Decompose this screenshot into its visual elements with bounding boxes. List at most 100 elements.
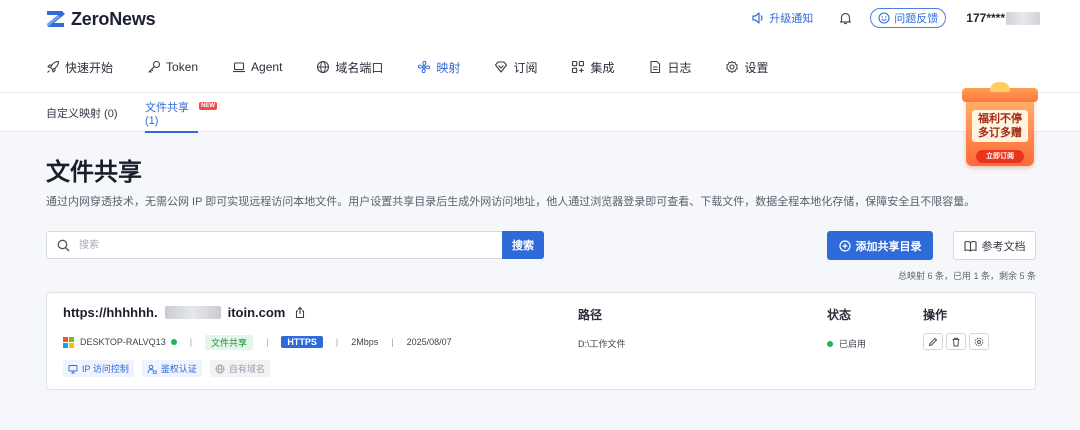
ip-access-control-tag[interactable]: IP 访问控制 <box>63 360 134 377</box>
zeronews-logo-icon <box>47 11 65 27</box>
header-actions: 升级通知 问题反馈 177**** <box>752 8 1040 28</box>
separator: | <box>189 337 193 347</box>
promo-line-2: 多订多赠 <box>978 127 1022 139</box>
url-suffix[interactable]: itoin.com <box>228 305 286 320</box>
brand-name: ZeroNews <box>71 8 156 29</box>
top-bar: ZeroNews 升级通知 问题反馈 177**** 快速开始 Token Ag… <box>0 0 1080 92</box>
user-phone: 177**** <box>966 11 1005 25</box>
nav-subscription[interactable]: 订阅 <box>494 54 537 80</box>
nav-label: 映射 <box>436 60 461 75</box>
nav-label: 日志 <box>667 60 692 75</box>
gear-icon <box>726 60 739 74</box>
nav-quick-start[interactable]: 快速开始 <box>46 54 113 80</box>
monitor-icon <box>68 364 78 373</box>
gift-bow <box>990 82 1010 92</box>
nav-settings[interactable]: 设置 <box>725 54 769 80</box>
search-button[interactable]: 搜索 <box>502 231 544 259</box>
document-icon <box>650 60 661 74</box>
globe-icon <box>317 60 330 74</box>
notification-bell[interactable] <box>839 11 852 25</box>
promo-gift-banner[interactable]: 福利不停 多订多赠 立即订阅 <box>962 82 1038 168</box>
delete-button[interactable] <box>946 333 966 350</box>
tab-file-share[interactable]: 文件共享 (1) NEW <box>145 93 217 133</box>
brand-logo[interactable]: ZeroNews <box>46 8 156 30</box>
doc-label: 参考文档 <box>981 240 1026 253</box>
promo-text: 福利不停 多订多赠 <box>972 110 1028 142</box>
status-dot <box>827 340 833 347</box>
tab-custom-mapping[interactable]: 自定义映射 (0) <box>46 93 118 132</box>
feature-label: 自有域名 <box>228 364 265 374</box>
feature-label: 鉴权认证 <box>160 364 197 374</box>
page-title: 文件共享 <box>46 159 142 186</box>
online-indicator <box>170 339 177 345</box>
nav-mapping[interactable]: 映射 <box>417 54 460 80</box>
globe-icon <box>215 364 225 373</box>
windows-icon <box>63 336 74 348</box>
add-share-directory-button[interactable]: 添加共享目录 <box>827 231 933 260</box>
protocol-tag: HTTPS <box>281 336 323 348</box>
user-account[interactable]: 177**** <box>966 11 1040 25</box>
operation-buttons <box>923 333 989 350</box>
fan-icon <box>418 60 431 74</box>
search-icon <box>57 239 70 252</box>
speaker-icon <box>752 12 763 24</box>
search-bar: 搜索 <box>46 231 544 259</box>
redacted-mask <box>1006 11 1040 25</box>
upgrade-notice-link[interactable]: 升级通知 <box>752 10 813 26</box>
search-input[interactable] <box>79 232 499 258</box>
mapping-subtabs: 自定义映射 (0) 文件共享 (1) NEW <box>0 92 1080 133</box>
settings-button[interactable] <box>969 333 989 350</box>
bandwidth: 2Mbps <box>351 337 379 347</box>
feature-label: IP 访问控制 <box>82 364 129 374</box>
reference-docs-button[interactable]: 参考文档 <box>953 231 1036 260</box>
new-badge: NEW <box>199 102 217 110</box>
nav-token[interactable]: Token <box>147 54 198 80</box>
share-url: https://hhhhhh. itoin.com <box>63 305 306 320</box>
feedback-label: 问题反馈 <box>894 13 939 25</box>
status-label: 已启用 <box>839 339 867 349</box>
edit-button[interactable] <box>923 333 943 350</box>
add-label: 添加共享目录 <box>855 240 922 253</box>
custom-domain-tag: 自有域名 <box>209 360 270 377</box>
nav-label: 集成 <box>590 60 615 75</box>
local-path: D:\工作文件 <box>578 339 626 349</box>
nav-domain-port[interactable]: 域名端口 <box>316 54 383 80</box>
main-nav: 快速开始 Token Agent 域名端口 映射 订阅 集成 日志 设置 <box>46 54 803 80</box>
auth-tag[interactable]: 鉴权认证 <box>141 360 202 377</box>
bell-icon <box>840 12 852 25</box>
nav-logs[interactable]: 日志 <box>648 54 691 80</box>
mapping-features: IP 访问控制 鉴权认证 自有域名 <box>63 360 270 377</box>
share-icon[interactable] <box>294 306 306 319</box>
smile-icon <box>878 12 890 24</box>
mapping-card: https://hhhhhh. itoin.com 路径 状态 操作 DESKT… <box>46 292 1036 390</box>
separator: | <box>266 337 269 347</box>
diamond-icon <box>495 61 508 73</box>
separator: | <box>335 337 339 347</box>
type-tag: 文件共享 <box>205 334 254 350</box>
nav-agent[interactable]: Agent <box>232 54 282 80</box>
column-ops: 操作 <box>923 308 948 322</box>
laptop-icon <box>233 62 246 73</box>
pencil-icon <box>928 337 938 346</box>
rocket-icon <box>47 60 60 73</box>
redacted-mask <box>164 306 221 319</box>
column-status: 状态 <box>827 308 852 322</box>
key-icon <box>148 60 161 73</box>
trash-icon <box>952 337 960 346</box>
device-name: DESKTOP-RALVQ13 <box>80 337 166 347</box>
promo-line-1: 福利不停 <box>978 113 1022 125</box>
nav-integration[interactable]: 集成 <box>571 54 614 80</box>
user-lock-icon <box>147 364 157 374</box>
column-path: 路径 <box>578 308 603 322</box>
plus-circle-icon <box>838 239 851 252</box>
url-prefix[interactable]: https://hhhhhh. <box>63 305 158 320</box>
nav-label: 快速开始 <box>65 60 114 75</box>
promo-subscribe-button[interactable]: 立即订阅 <box>976 150 1024 163</box>
nav-label: 订阅 <box>513 60 538 75</box>
feedback-button[interactable]: 问题反馈 <box>870 8 947 28</box>
status-value: 已启用 <box>827 337 866 350</box>
separator: | <box>391 337 394 347</box>
nav-label: 设置 <box>744 60 769 75</box>
tab-label: 文件共享 (1) <box>145 101 189 127</box>
created-date: 2025/08/07 <box>406 337 452 347</box>
